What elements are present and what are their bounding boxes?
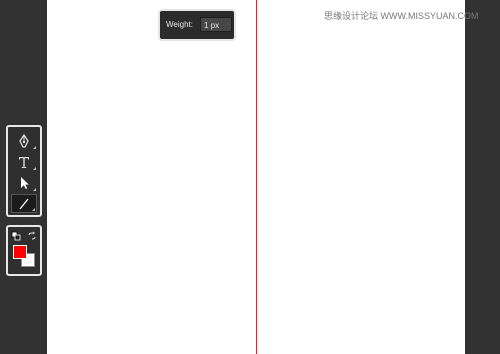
submenu-indicator [32,208,35,211]
watermark-text: 思缘设计论坛 WWW.MISSYUAN.COM [324,11,479,21]
submenu-indicator [33,146,36,149]
weight-input[interactable]: 1 px [200,17,232,32]
pen-tool-button[interactable] [11,131,37,150]
swap-colors-icon[interactable] [27,231,37,241]
tools-panel [6,125,42,217]
default-colors-icon[interactable] [11,231,21,241]
right-panel-background [465,0,500,354]
submenu-indicator [33,188,36,191]
stroke-weight-panel: Weight: 1 px [158,9,236,41]
line-segment-tool-button[interactable] [11,194,37,213]
type-tool-button[interactable] [11,152,37,171]
arrow-cursor-icon [21,176,29,189]
drawn-vertical-line[interactable] [256,0,257,354]
type-icon [19,156,29,168]
color-controls [6,225,42,276]
pen-icon [19,133,29,148]
line-segment-icon [19,198,29,209]
submenu-indicator [33,167,36,170]
fill-color-swatch[interactable] [13,245,27,259]
weight-label: Weight: [166,20,193,29]
direct-selection-tool-button[interactable] [11,173,37,192]
